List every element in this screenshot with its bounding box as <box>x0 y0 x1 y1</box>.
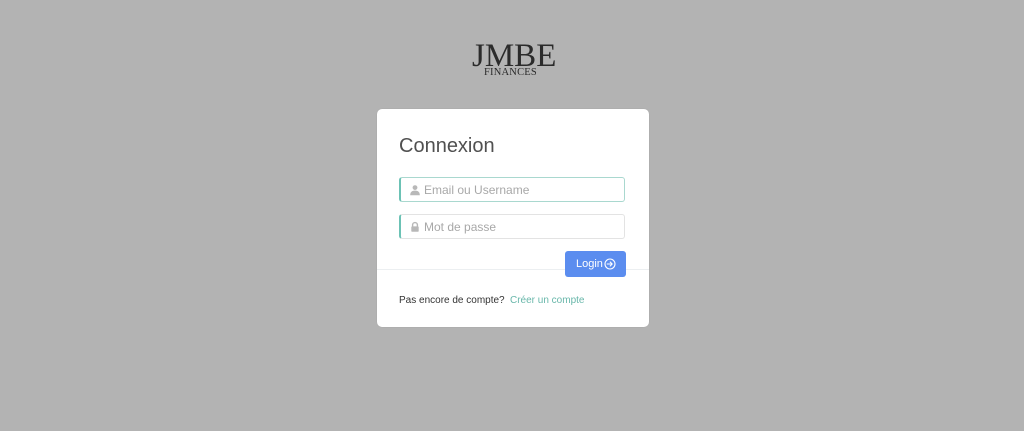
password-input[interactable] <box>424 217 619 236</box>
brand-logo: JMBE FINANCES <box>472 40 556 84</box>
signup-link[interactable]: Créer un compte <box>510 295 584 306</box>
arrow-circle-right-icon <box>604 258 616 270</box>
login-button[interactable]: Login <box>565 251 626 277</box>
email-field[interactable] <box>399 177 625 202</box>
brand-subtitle: FINANCES <box>484 67 537 78</box>
page-title: Connexion <box>399 135 495 157</box>
user-icon <box>410 185 420 196</box>
login-card: Connexion Login Pas encore de compte? Cr… <box>377 109 649 327</box>
lock-icon <box>411 221 419 232</box>
signup-prompt: Pas encore de compte? <box>399 295 505 306</box>
email-input[interactable] <box>424 180 619 199</box>
password-field[interactable] <box>399 214 625 239</box>
login-button-label: Login <box>576 258 603 270</box>
